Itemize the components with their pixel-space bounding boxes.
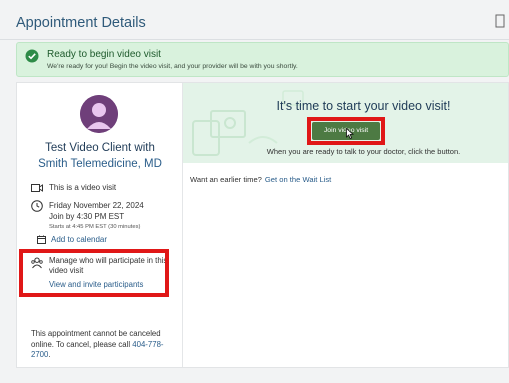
mouse-pointer-icon [346, 128, 354, 139]
video-visit-title: It's time to start your video visit! [276, 99, 451, 113]
calendar-icon [37, 235, 46, 244]
appointment-summary: Test Video Client with Smith Telemedicin… [17, 83, 183, 367]
join-by-time: Join by 4:30 PM EST [49, 212, 125, 221]
add-to-calendar-label[interactable]: Add to calendar [51, 235, 107, 244]
provider-name-line1: Test Video Client with [45, 142, 155, 154]
wait-list-link[interactable]: Get on the Wait List [265, 175, 331, 184]
waitlist-row: Want an earlier time? Get on the Wait Lis… [190, 175, 331, 184]
cancel-policy-suffix: . [48, 350, 51, 359]
waitlist-prompt: Want an earlier time? [190, 175, 262, 184]
print-icon[interactable] [495, 14, 505, 28]
person-avatar-icon [80, 95, 118, 133]
provider-name: Test Video Client with Smith Telemedicin… [17, 140, 183, 172]
video-visit-label: This is a video visit [49, 183, 117, 192]
page: Appointment Details Ready to begin video… [0, 0, 509, 383]
status-banner: Ready to begin video visit We're ready f… [16, 42, 509, 77]
clock-icon [31, 200, 43, 212]
banner-title: Ready to begin video visit [47, 49, 161, 60]
start-time: Starts at 4:45 PM EST (30 minutes) [49, 224, 141, 230]
page-header: Appointment Details [0, 0, 509, 40]
appointment-date: Friday November 22, 2024 [49, 201, 144, 210]
banner-subtitle: We're ready for you! Begin the video vis… [47, 63, 298, 70]
appointment-card: Test Video Client with Smith Telemedicin… [16, 82, 509, 368]
cancel-policy-text: This appointment cannot be canceled onli… [31, 329, 171, 361]
check-circle-icon [25, 49, 39, 63]
video-camera-icon [31, 184, 43, 192]
provider-name-line2: Smith Telemedicine, MD [38, 158, 162, 170]
page-title: Appointment Details [16, 15, 146, 31]
video-visit-hero: It's time to start your video visit! Joi… [183, 83, 508, 163]
join-hint-text: When you are ready to talk to your docto… [266, 147, 461, 156]
participants-highlight-box [19, 249, 169, 297]
video-visit-panel: It's time to start your video visit! Joi… [183, 83, 508, 367]
